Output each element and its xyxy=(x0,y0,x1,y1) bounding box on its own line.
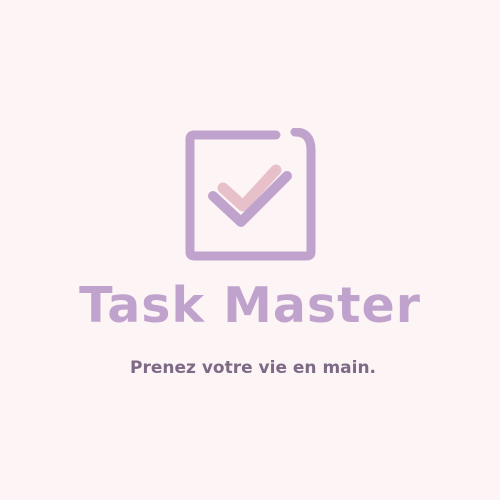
brand-name: Task Master xyxy=(79,277,421,334)
checkbox-check-icon xyxy=(185,128,316,261)
tagline: Prenez votre vie en main. xyxy=(130,358,377,378)
logo xyxy=(0,0,500,500)
